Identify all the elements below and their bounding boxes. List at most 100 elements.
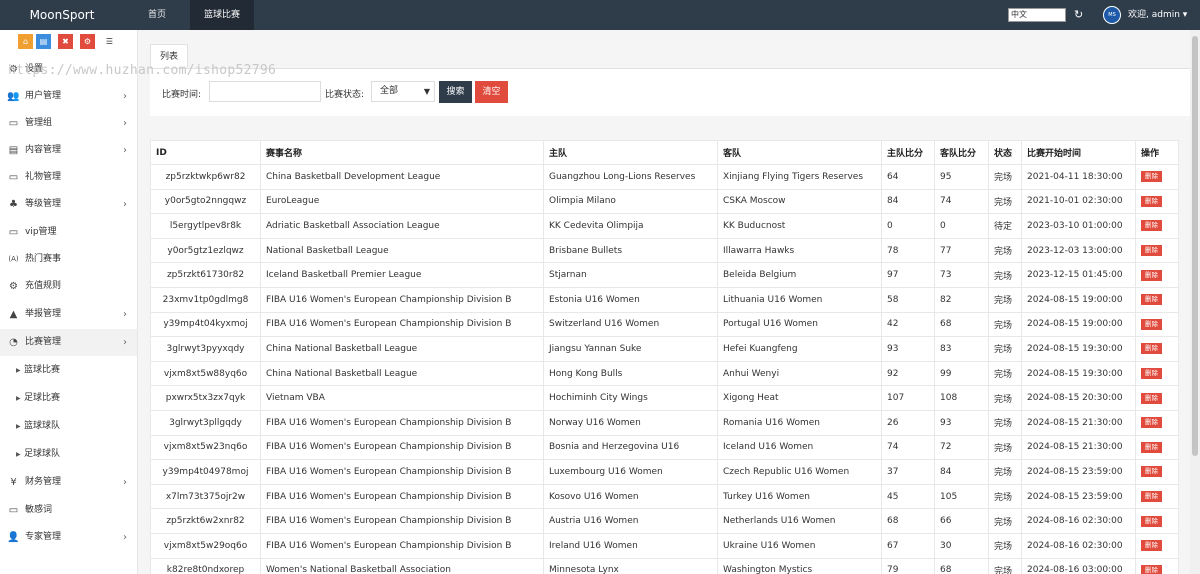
clear-button[interactable]: 清空 bbox=[475, 81, 508, 103]
cell-home-score: 93 bbox=[881, 336, 935, 362]
sidebar-item-recharge-rules[interactable]: ⚙ 充值规则 bbox=[0, 273, 137, 300]
cell-id: zp5rzkt61730r82 bbox=[150, 262, 261, 288]
sidebar-item-gifts[interactable]: ▭ 礼物管理 bbox=[0, 164, 137, 191]
cell-actions: 删除 bbox=[1135, 360, 1179, 387]
delete-button[interactable]: 删除 bbox=[1141, 564, 1162, 574]
delete-button[interactable]: 删除 bbox=[1141, 294, 1162, 306]
chevron-right-icon: › bbox=[123, 309, 127, 320]
cell-actions: 删除 bbox=[1135, 409, 1179, 436]
scrollbar[interactable] bbox=[1190, 30, 1200, 574]
cell-actions: 删除 bbox=[1135, 286, 1179, 313]
chevron-right-icon: › bbox=[123, 337, 127, 348]
users-icon: 👥 bbox=[7, 91, 20, 102]
cell-away-score: 72 bbox=[934, 434, 989, 461]
cell-id: y39mp4t04kyxmoj bbox=[150, 311, 261, 338]
refresh-icon[interactable]: ↻ bbox=[1074, 9, 1086, 21]
delete-button[interactable]: 删除 bbox=[1141, 195, 1162, 207]
language-select[interactable]: 中文 bbox=[1008, 8, 1066, 22]
scrollbar-thumb[interactable] bbox=[1192, 36, 1198, 456]
cell-home-score: 84 bbox=[881, 188, 935, 215]
sidebar-item-experts[interactable]: 👤 专家管理 › bbox=[0, 524, 137, 551]
cell-away-team: Romania U16 Women bbox=[717, 409, 882, 436]
cell-start-time: 2024-08-15 19:00:00 bbox=[1021, 311, 1136, 338]
sidebar-subitem-basketball-matches[interactable]: ▶ 篮球比赛 bbox=[0, 357, 137, 384]
cell-status: 完场 bbox=[988, 237, 1022, 264]
cell-away-score: 99 bbox=[934, 360, 989, 387]
search-button[interactable]: 搜索 bbox=[439, 81, 472, 103]
cell-actions: 删除 bbox=[1135, 459, 1179, 485]
nav-tab-home[interactable]: 首页 bbox=[132, 0, 182, 30]
delete-button[interactable]: 删除 bbox=[1141, 441, 1162, 453]
cell-actions: 删除 bbox=[1135, 311, 1179, 338]
cell-status: 待定 bbox=[988, 213, 1022, 239]
cell-id: y0or5gto2nngqwz bbox=[150, 188, 261, 215]
table-body: zp5rzktwkp6wr82 China Basketball Developm… bbox=[150, 164, 1179, 574]
delete-button[interactable]: 删除 bbox=[1141, 417, 1162, 429]
delete-button[interactable]: 删除 bbox=[1141, 171, 1162, 183]
sidebar-item-vip[interactable]: ▭ vip管理 bbox=[0, 219, 137, 246]
delete-button[interactable]: 删除 bbox=[1141, 245, 1162, 257]
delete-button[interactable]: 删除 bbox=[1141, 392, 1162, 404]
cell-event-name: National Basketball League bbox=[260, 237, 544, 264]
cell-actions: 删除 bbox=[1135, 336, 1179, 362]
sidebar-subitem-football-matches[interactable]: ▶ 足球比赛 bbox=[0, 385, 137, 412]
cell-away-team: Netherlands U16 Women bbox=[717, 508, 882, 534]
sidebar-item-label: 专家管理 bbox=[25, 532, 62, 542]
sidebar-item-sensitive-words[interactable]: ▭ 敏感词 bbox=[0, 497, 137, 524]
cell-home-score: 58 bbox=[881, 286, 935, 313]
cell-away-score: 108 bbox=[934, 385, 989, 411]
matches-table: ID 赛事名称 主队 客队 主队比分 客队比分 状态 比赛开始时间 操作 zp5rzktwkp6… bbox=[150, 140, 1179, 574]
delete-button[interactable]: 删除 bbox=[1141, 318, 1162, 330]
trash-icon[interactable]: ✖ bbox=[58, 34, 73, 49]
cell-away-score: 95 bbox=[934, 164, 989, 190]
sidebar-subitem-football-teams[interactable]: ▶ 足球球队 bbox=[0, 441, 137, 468]
cell-away-score: 82 bbox=[934, 286, 989, 313]
sidebar-item-reports[interactable]: ▲ 举报管理 › bbox=[0, 301, 137, 328]
sidebar-item-users[interactable]: 👥 用户管理 › bbox=[0, 83, 137, 110]
cell-home-team: Brisbane Bullets bbox=[543, 237, 718, 264]
hot-icon: (A) bbox=[8, 255, 19, 263]
match-time-input[interactable] bbox=[209, 81, 321, 102]
column-header-home-team: 主队 bbox=[543, 140, 718, 165]
column-header-event-name: 赛事名称 bbox=[260, 140, 544, 165]
delete-button[interactable]: 删除 bbox=[1141, 368, 1162, 380]
cell-start-time: 2024-08-16 03:00:00 bbox=[1021, 557, 1136, 574]
gear-icon[interactable]: ⚙ bbox=[80, 34, 95, 49]
sidebar-subitem-basketball-teams[interactable]: ▶ 篮球球队 bbox=[0, 413, 137, 440]
user-plus-icon: 👤 bbox=[7, 532, 20, 543]
sidebar-item-hot-events[interactable]: (A) 热门赛事 bbox=[0, 246, 137, 273]
delete-button[interactable]: 删除 bbox=[1141, 269, 1162, 281]
table-row: 3glrwyt3pyyxqdy China National Basketball… bbox=[150, 336, 1179, 362]
sidebar-item-label: 比赛管理 bbox=[25, 337, 62, 347]
cell-event-name: Women's National Basketball Association bbox=[260, 557, 544, 574]
app-logo[interactable]: MoonSport bbox=[0, 0, 124, 30]
cell-start-time: 2024-08-16 02:30:00 bbox=[1021, 532, 1136, 559]
delete-button[interactable]: 删除 bbox=[1141, 540, 1162, 552]
sidebar-item-matches[interactable]: ◔ 比赛管理 › bbox=[0, 329, 137, 356]
nav-tab-basketball[interactable]: 篮球比赛 bbox=[190, 0, 254, 30]
delete-button[interactable]: 删除 bbox=[1141, 343, 1162, 355]
status-select[interactable]: 全部 ▼ bbox=[371, 81, 435, 102]
column-header-away-team: 客队 bbox=[717, 140, 882, 165]
cell-home-score: 67 bbox=[881, 532, 935, 559]
delete-button[interactable]: 删除 bbox=[1141, 491, 1162, 503]
sidebar-item-content[interactable]: ▤ 内容管理 › bbox=[0, 137, 137, 164]
table-header-row: ID 赛事名称 主队 客队 主队比分 客队比分 状态 比赛开始时间 操作 bbox=[150, 140, 1179, 165]
user-menu[interactable]: 欢迎, admin ▾ bbox=[1128, 0, 1187, 30]
cell-id: vjxm8xt5w88yq6o bbox=[150, 360, 261, 387]
sidebar-item-levels[interactable]: ♣ 等级管理 › bbox=[0, 191, 137, 218]
sidebar-item-admin-group[interactable]: ▭ 管理组 › bbox=[0, 110, 137, 137]
delete-button[interactable]: 删除 bbox=[1141, 220, 1162, 232]
sidebar-item-finance[interactable]: ¥ 财务管理 › bbox=[0, 469, 137, 496]
filter-bar: 比赛时间: 比赛状态: 全部 ▼ 搜索 清空 bbox=[150, 68, 1190, 116]
cell-event-name: Adriatic Basketball Association League bbox=[260, 213, 544, 239]
avatar[interactable]: MS bbox=[1103, 6, 1121, 24]
list-icon[interactable]: ☰ bbox=[102, 34, 117, 49]
delete-button[interactable]: 删除 bbox=[1141, 466, 1162, 478]
home-icon[interactable]: ⌂ bbox=[18, 34, 33, 49]
file-icon[interactable]: ▤ bbox=[36, 34, 51, 49]
sidebar-item-label: 用户管理 bbox=[25, 91, 62, 101]
cell-home-team: Ireland U16 Women bbox=[543, 532, 718, 559]
cell-away-team: Beleida Belgium bbox=[717, 262, 882, 288]
delete-button[interactable]: 删除 bbox=[1141, 515, 1162, 527]
